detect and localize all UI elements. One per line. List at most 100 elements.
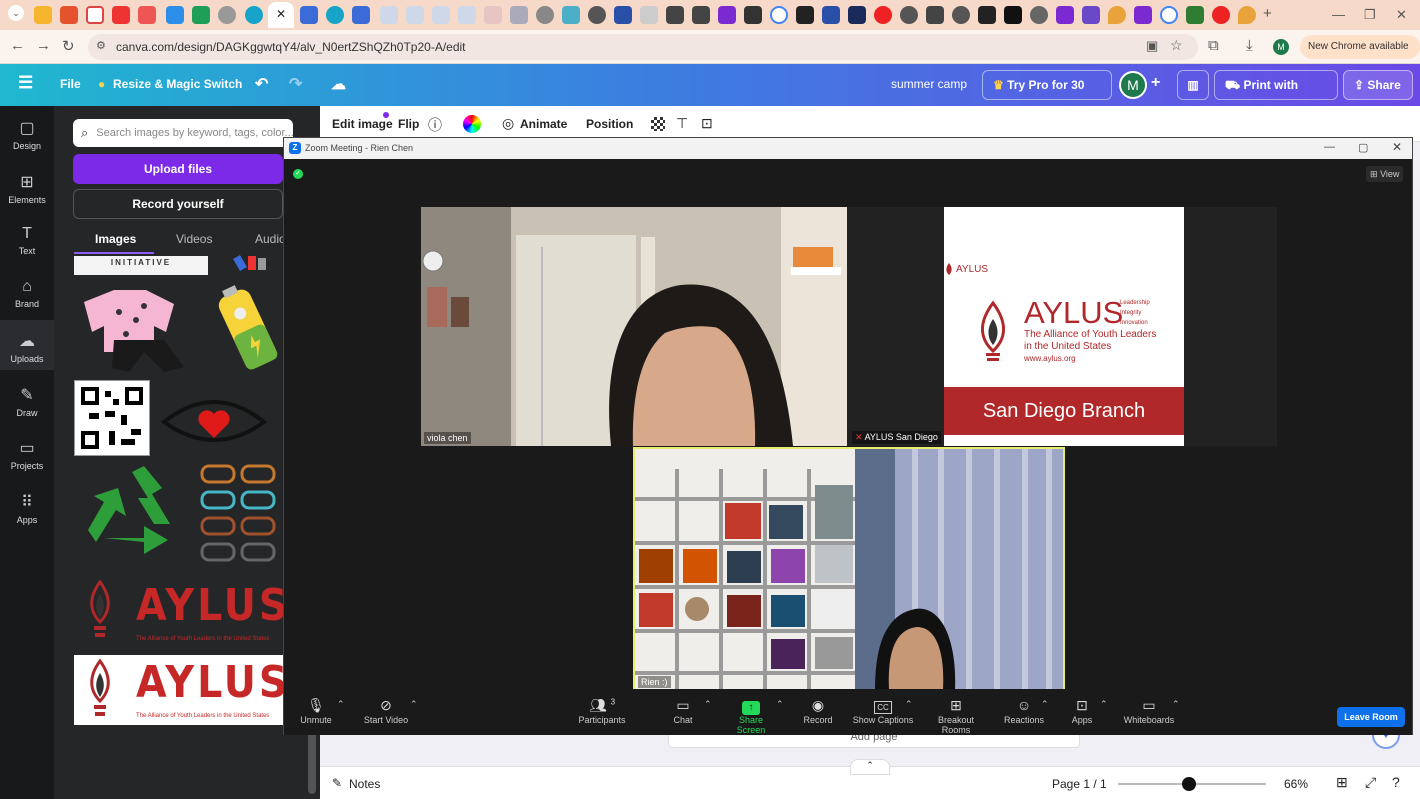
tab-favicon[interactable] [1186, 6, 1204, 24]
tab-favicon[interactable] [406, 6, 424, 24]
tab-favicon[interactable] [1160, 6, 1178, 24]
tab-favicon[interactable] [718, 6, 736, 24]
rail-brand[interactable]: ⌂ Brand [0, 278, 54, 309]
tab-favicon[interactable] [245, 6, 263, 24]
chevron-up-icon[interactable]: ⌃ [704, 699, 712, 710]
close-window-icon[interactable]: ✕ [1392, 140, 1402, 154]
zoom-percentage[interactable]: 66% [1284, 777, 1308, 791]
info-icon[interactable]: ⓘ [428, 115, 442, 135]
position-button[interactable]: Position [586, 117, 633, 131]
transparency-icon[interactable] [651, 117, 665, 131]
animate-icon[interactable]: ◎ [502, 115, 514, 132]
apps-button[interactable]: ⊡ Apps [1071, 697, 1093, 725]
tab-favicon[interactable] [952, 6, 970, 24]
chevron-up-icon[interactable]: ⌃ [905, 699, 913, 710]
rail-text[interactable]: T Text [0, 225, 54, 256]
rail-apps[interactable]: ⠿ Apps [0, 492, 54, 525]
extensions-icon[interactable]: ⧉ [1208, 37, 1219, 54]
breakout-rooms-button[interactable]: ⊞ Breakout Rooms [923, 697, 989, 735]
video-tile-rien[interactable]: Rien :) [633, 447, 1065, 692]
tab-favicon[interactable] [1134, 6, 1152, 24]
chevron-up-icon[interactable]: ⌃ [776, 699, 784, 710]
animate-button[interactable]: Animate [520, 117, 567, 131]
insights-button[interactable]: ▥ [1177, 70, 1209, 100]
cloud-saved-icon[interactable]: ☁ [331, 75, 346, 93]
tab-favicon[interactable] [380, 6, 398, 24]
grid-view-icon[interactable]: ⊞ [1336, 774, 1348, 791]
rail-projects[interactable]: ▭ Projects [0, 438, 54, 471]
tab-favicon[interactable] [484, 6, 502, 24]
start-video-button[interactable]: ⊘ Start Video [362, 697, 410, 725]
tab-search-icon[interactable]: ⌄ [8, 5, 24, 21]
image-thumb[interactable] [160, 388, 268, 450]
tab-favicon[interactable] [1238, 6, 1256, 24]
tab-favicon[interactable] [192, 6, 210, 24]
print-with-canva-button[interactable]: ⛟ Print with Canva [1214, 70, 1338, 120]
tab-favicon[interactable] [326, 6, 344, 24]
user-avatar[interactable]: M [1119, 71, 1147, 99]
hamburger-menu-icon[interactable]: ☰ [18, 73, 33, 93]
image-thumb[interactable]: AYLUS The Alliance of Youth Leaders in t… [74, 576, 287, 646]
site-info-icon[interactable]: ⚙ [96, 39, 106, 52]
tab-favicon[interactable] [166, 6, 184, 24]
tab-favicon[interactable] [86, 6, 104, 24]
tab-favicon[interactable] [1004, 6, 1022, 24]
zoom-slider-knob[interactable] [1182, 777, 1197, 791]
rail-uploads[interactable]: ☁ Uploads [0, 320, 54, 370]
chevron-up-icon[interactable]: ⌃ [1041, 699, 1049, 710]
edit-image-button[interactable]: Edit image [332, 117, 393, 131]
resize-magic-switch-button[interactable]: Resize & Magic Switch [113, 77, 242, 91]
paint-roller-icon[interactable]: ⊤ [676, 115, 688, 132]
whiteboards-button[interactable]: ▭ Whiteboards [1122, 697, 1176, 725]
redo-icon[interactable]: ↷ [289, 74, 302, 94]
tab-favicon[interactable] [1030, 6, 1048, 24]
rail-draw[interactable]: ✎ Draw [0, 385, 54, 418]
tab-favicon[interactable] [822, 6, 840, 24]
help-icon[interactable]: ? [1392, 774, 1400, 790]
tab-favicon[interactable] [536, 6, 554, 24]
image-thumb[interactable]: AYLUS The Alliance of Youth Leaders in t… [74, 655, 287, 725]
minimize-window-icon[interactable]: — [1332, 7, 1345, 22]
video-tile-viola[interactable]: viola chen [421, 207, 847, 446]
profile-avatar[interactable]: M [1273, 39, 1289, 55]
chevron-up-icon[interactable]: ⌃ [1172, 699, 1180, 710]
new-tab-icon[interactable]: + [1263, 5, 1272, 22]
chevron-up-icon[interactable]: ⌃ [850, 759, 890, 775]
minimize-window-icon[interactable]: — [1324, 141, 1335, 153]
image-thumb[interactable] [198, 462, 282, 570]
forward-icon[interactable]: → [36, 37, 51, 54]
lock-icon[interactable]: ⊡ [701, 115, 713, 132]
unmute-button[interactable]: 🎙︎ Unmute [298, 697, 334, 725]
reload-icon[interactable]: ↻ [62, 37, 75, 55]
tab-favicon[interactable] [588, 6, 606, 24]
tab-audio[interactable]: Audio [255, 232, 286, 246]
image-thumb[interactable] [74, 282, 196, 374]
tab-favicon[interactable] [300, 6, 318, 24]
tab-favicon[interactable] [666, 6, 684, 24]
record-yourself-button[interactable]: Record yourself [73, 189, 283, 219]
tab-images[interactable]: Images [95, 232, 136, 246]
leave-room-button[interactable]: Leave Room [1337, 707, 1405, 727]
tab-favicon[interactable] [1056, 6, 1074, 24]
url-bar[interactable]: ⚙ canva.com/design/DAGKggwtqY4/alv_N0ert… [88, 34, 1198, 60]
tab-favicon[interactable] [138, 6, 156, 24]
tab-favicon[interactable] [218, 6, 236, 24]
tab-favicon[interactable] [458, 6, 476, 24]
participants-button[interactable]: 👥︎ 3 Participants [578, 697, 626, 725]
document-title[interactable]: summer camp [891, 77, 967, 91]
tab-favicon[interactable] [692, 6, 710, 24]
image-thumb[interactable] [82, 466, 182, 562]
tab-favicon[interactable] [770, 6, 788, 24]
share-screen-button[interactable]: ↑ Share Screen [725, 697, 777, 735]
tab-favicon[interactable] [874, 6, 892, 24]
tab-favicon[interactable] [900, 6, 918, 24]
try-pro-button[interactable]: ♛ Try Pro for 30 days [982, 70, 1112, 120]
tab-favicon[interactable] [34, 6, 52, 24]
chat-button[interactable]: ▭ Chat [672, 697, 694, 725]
tab-active[interactable]: ✕ [268, 2, 294, 28]
chevron-up-icon[interactable]: ⌃ [337, 699, 345, 710]
tab-favicon[interactable] [640, 6, 658, 24]
tab-favicon[interactable] [614, 6, 632, 24]
tab-favicon[interactable] [432, 6, 450, 24]
tab-favicon[interactable] [744, 6, 762, 24]
